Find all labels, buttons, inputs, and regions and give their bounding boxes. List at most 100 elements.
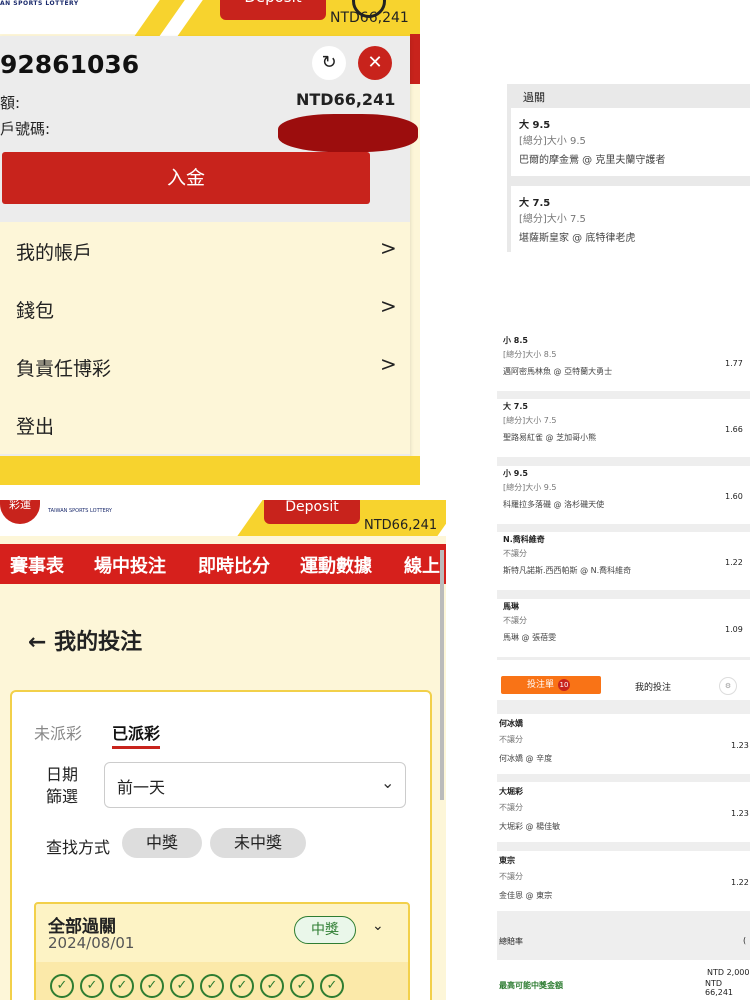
- refresh-icon[interactable]: ↻: [312, 46, 346, 80]
- deposit-button[interactable]: Deposit: [220, 0, 326, 20]
- odds: 1.77: [725, 359, 743, 368]
- settings-icon[interactable]: ⚙: [719, 677, 737, 695]
- match: 聖路易紅雀 @ 芝加哥小熊: [503, 433, 597, 442]
- selection: 何冰嬌: [499, 719, 523, 728]
- selection: 大 9.5: [519, 120, 551, 131]
- bet-slip-panel: 投注單 10 我的投注 ⚙ 何冰嬌 不讓分 何冰嬌 @ 辛度 1.23 大堀彩 不…: [497, 670, 750, 1000]
- nav-live-betting[interactable]: 場中投注: [94, 552, 166, 578]
- page-title: ← 我的投注: [28, 624, 142, 656]
- account-card: 92861036 ↻ ✕ 額: NTD66,241 戶號碼: 入金 我的帳戶 > …: [0, 36, 418, 456]
- scrollbar[interactable]: [440, 550, 444, 800]
- singles-panel: 小 8.5 [總分]大小 8.5 邁阿密馬林魚 @ 亞特蘭大勇士 1.77 大 …: [497, 333, 750, 660]
- check-circle-icon: ✓: [230, 974, 254, 998]
- list-item[interactable]: 小 8.5 [總分]大小 8.5 邁阿密馬林魚 @ 亞特蘭大勇士 1.77: [497, 333, 750, 391]
- market: [總分]大小 7.5: [503, 416, 557, 425]
- my-bets-panel: 彩運 TAIWAN SPORTS LOTTERY Deposit NTD66,2…: [0, 500, 446, 1000]
- status-badge: 中獎: [294, 916, 356, 944]
- market: [總分]大小 9.5: [503, 483, 557, 492]
- nav-online[interactable]: 線上: [404, 552, 440, 578]
- bet-card[interactable]: 全部過關 2024/08/01 中獎 ⌄ ✓ ✓ ✓ ✓ ✓ ✓ ✓ ✓ ✓ ✓: [34, 902, 410, 1000]
- filter-win-button[interactable]: 中獎: [122, 828, 202, 858]
- menu-item-wallet[interactable]: 錢包 >: [0, 280, 410, 338]
- list-item[interactable]: 大 9.5 [總分]大小 9.5 巴爾的摩金鶯 @ 克里夫蘭守護者: [511, 108, 750, 176]
- match: 何冰嬌 @ 辛度: [499, 754, 553, 763]
- menu-item-label: 錢包: [16, 300, 55, 322]
- close-icon[interactable]: ✕: [358, 46, 392, 80]
- back-arrow-icon[interactable]: ←: [28, 630, 46, 655]
- list-item[interactable]: 大堀彩 不讓分 大堀彩 @ 楊佳敏 1.23: [497, 782, 750, 842]
- market: 不讓分: [499, 803, 523, 812]
- list-item[interactable]: N.喬科維奇 不讓分 斯特凡諾斯.西西帕斯 @ N.喬科維奇 1.22: [497, 532, 750, 590]
- logo-text: AN SPORTS LOTTERY: [0, 0, 79, 7]
- odds: 1.60: [725, 492, 743, 501]
- selection: 東宗: [499, 856, 515, 865]
- list-item[interactable]: 何冰嬌 不讓分 何冰嬌 @ 辛度 1.23: [497, 714, 750, 774]
- market: [總分]大小 8.5: [503, 350, 557, 359]
- check-circle-icon: ✓: [110, 974, 134, 998]
- redacted-account-id: [278, 114, 418, 152]
- nav-live-scores[interactable]: 即時比分: [198, 552, 270, 578]
- top-header: 彩運 TAIWAN SPORTS LOTTERY Deposit NTD66,2…: [0, 500, 446, 536]
- tab-my-bets[interactable]: 我的投注: [635, 680, 671, 693]
- chevron-down-icon: ⌄: [381, 773, 395, 792]
- chevron-down-icon[interactable]: ⌄: [372, 918, 384, 934]
- market: [總分]大小 7.5: [519, 214, 586, 225]
- search-method-label: 查找方式: [46, 838, 111, 857]
- odds: 1.22: [725, 558, 743, 567]
- check-circle-icon: ✓: [170, 974, 194, 998]
- nav-sports-data[interactable]: 運動數據: [300, 552, 372, 578]
- account-number: 92861036: [0, 50, 140, 79]
- selection: 小 8.5: [503, 336, 528, 345]
- list-item[interactable]: 東宗 不讓分 金佳恩 @ 東宗 1.22: [497, 851, 750, 911]
- menu-item-responsible-gaming[interactable]: 負責任博彩 >: [0, 338, 410, 396]
- menu-item-logout[interactable]: 登出: [0, 396, 410, 454]
- tab-settled[interactable]: 已派彩: [112, 720, 160, 744]
- bet-date: 2024/08/01: [48, 934, 135, 952]
- chevron-right-icon: >: [380, 352, 397, 376]
- filter-lose-button[interactable]: 未中獎: [210, 828, 306, 858]
- bets-container: 未派彩 已派彩 日期篩選 前一天 ⌄ 查找方式 中獎 未中獎 全部過關 2024…: [10, 690, 432, 1000]
- total-odds-value: (: [743, 936, 747, 945]
- slip-count-badge: 10: [558, 679, 571, 691]
- match: 大堀彩 @ 楊佳敏: [499, 822, 561, 831]
- parlay-header: 過關: [523, 91, 545, 104]
- chevron-right-icon: >: [380, 236, 397, 260]
- selection: N.喬科維奇: [503, 535, 545, 544]
- menu-item-label: 登出: [16, 416, 55, 438]
- logo-subtext: TAIWAN SPORTS LOTTERY: [48, 508, 112, 514]
- bottom-stripe: [0, 456, 420, 485]
- market: [總分]大小 9.5: [519, 136, 586, 147]
- market: 不讓分: [499, 872, 523, 881]
- tab-unsettled[interactable]: 未派彩: [34, 720, 82, 744]
- nav-schedule[interactable]: 賽事表: [10, 552, 64, 578]
- list-item[interactable]: 大 7.5 [總分]大小 7.5 堪薩斯皇家 @ 底特律老虎: [511, 186, 750, 252]
- menu-item-my-account[interactable]: 我的帳戶 >: [0, 222, 410, 280]
- account-menu: 我的帳戶 > 錢包 > 負責任博彩 > 登出: [0, 222, 410, 454]
- logo[interactable]: 彩運: [0, 500, 40, 524]
- check-circle-icon: ✓: [320, 974, 344, 998]
- match: 堪薩斯皇家 @ 底特律老虎: [519, 233, 636, 244]
- check-circle-icon: ✓: [290, 974, 314, 998]
- match: 金佳恩 @ 東宗: [499, 891, 553, 900]
- menu-item-label: 負責任博彩: [16, 358, 112, 380]
- page-title-text: 我的投注: [54, 630, 143, 655]
- list-item[interactable]: 馬琳 不讓分 馬琳 @ 張蓓雯 1.09: [497, 599, 750, 657]
- parlay-panel: 過關 大 9.5 [總分]大小 9.5 巴爾的摩金鶯 @ 克里夫蘭守護者 大 7…: [507, 84, 750, 252]
- match: 巴爾的摩金鶯 @ 克里夫蘭守護者: [519, 155, 666, 166]
- tab-bet-slip[interactable]: 投注單 10: [501, 676, 601, 694]
- deposit-funds-button[interactable]: 入金: [2, 152, 370, 204]
- selection: 大 7.5: [519, 198, 551, 209]
- leg-checks: ✓ ✓ ✓ ✓ ✓ ✓ ✓ ✓ ✓ ✓: [50, 974, 350, 998]
- list-item[interactable]: 小 9.5 [總分]大小 9.5 科羅拉多落磯 @ 洛杉磯天使 1.60: [497, 466, 750, 524]
- balance-label: 額:: [0, 94, 21, 112]
- balance-value: NTD66,241: [296, 90, 396, 109]
- total-odds-label: 總賠率: [499, 937, 523, 946]
- red-edge: [410, 34, 420, 84]
- list-item[interactable]: 大 7.5 [總分]大小 7.5 聖路易紅雀 @ 芝加哥小熊 1.66: [497, 399, 750, 457]
- stake-value: NTD 2,000: [707, 968, 750, 977]
- main-nav: 賽事表 場中投注 即時比分 運動數據 線上: [0, 544, 446, 584]
- deposit-button[interactable]: Deposit: [264, 500, 360, 524]
- date-filter-select[interactable]: 前一天 ⌄: [104, 762, 406, 808]
- odds: 1.09: [725, 625, 743, 634]
- market: 不讓分: [499, 735, 523, 744]
